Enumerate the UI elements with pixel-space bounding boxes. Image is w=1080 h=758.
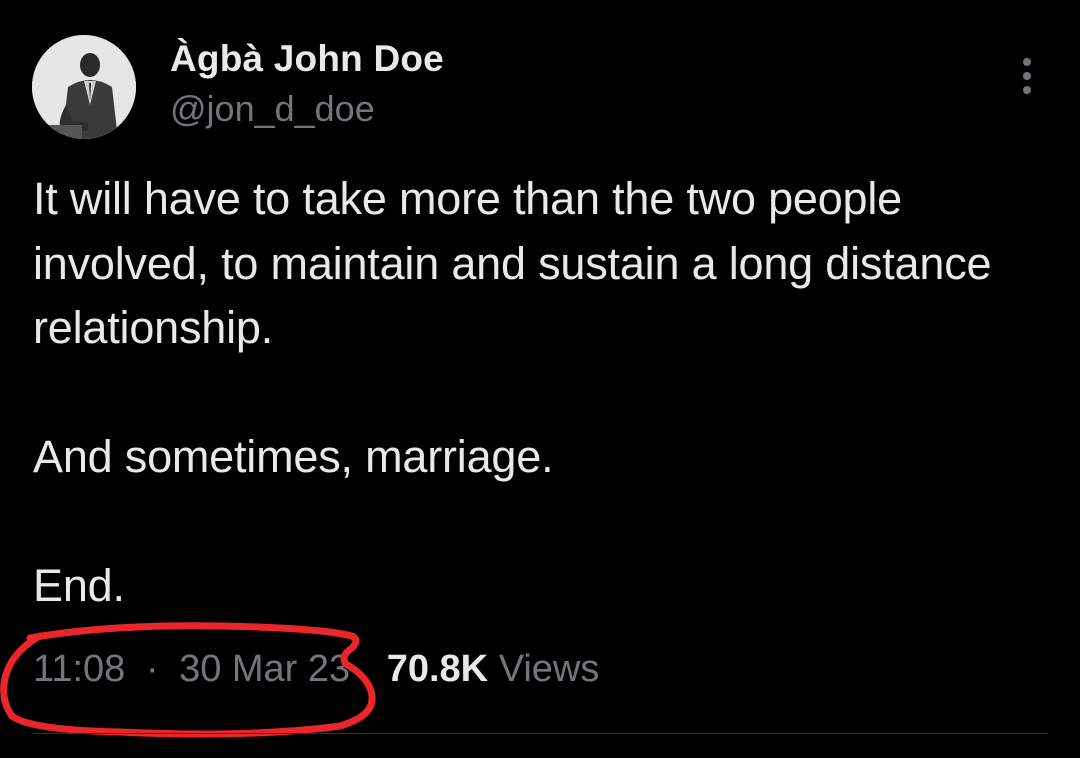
more-options-button[interactable]: [1010, 56, 1044, 96]
display-name[interactable]: Àgbà John Doe: [170, 38, 444, 80]
tweet-paragraph: It will have to take more than the two p…: [33, 173, 992, 353]
views-label[interactable]: Views: [499, 648, 600, 690]
user-handle[interactable]: @jon_d_doe: [170, 88, 375, 130]
more-vertical-icon: [1023, 58, 1031, 66]
tweet-text: It will have to take more than the two p…: [33, 167, 1063, 619]
tweet-time[interactable]: 11:08: [33, 648, 125, 690]
tweet-date[interactable]: 30 Mar 23: [179, 648, 350, 690]
more-vertical-icon: [1023, 86, 1031, 94]
more-vertical-icon: [1023, 72, 1031, 80]
tweet-meta: 11:08 · 30 Mar 23 70.8K Views: [33, 648, 599, 691]
tweet-paragraph: And sometimes, marriage.: [33, 431, 554, 482]
avatar[interactable]: [32, 35, 136, 139]
divider: [33, 733, 1048, 734]
tweet-card: Àgbà John Doe @jon_d_doe It will have to…: [0, 0, 1080, 758]
meta-separator: ·: [145, 648, 159, 690]
profile-photo-icon: [32, 35, 136, 139]
tweet-paragraph: End.: [33, 560, 125, 611]
views-count[interactable]: 70.8K: [387, 648, 488, 690]
